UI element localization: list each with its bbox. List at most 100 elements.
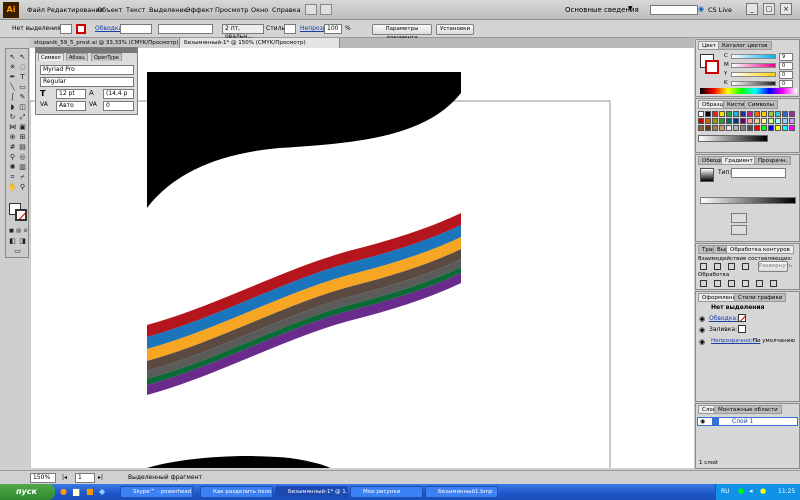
line-tool-icon[interactable]: ╲ (8, 83, 17, 92)
menu-text[interactable]: Текст (126, 6, 145, 14)
minimize-button[interactable]: _ (746, 3, 758, 15)
shape-builder-tool-icon[interactable]: ⊕ (8, 133, 17, 142)
color-swatch[interactable] (733, 111, 739, 117)
artboard-number-input[interactable]: 1 (75, 473, 95, 483)
channel-value-input[interactable]: 0 (779, 80, 793, 88)
tab-transparency[interactable]: Прозрачн. (754, 156, 792, 165)
column-graph-tool-icon[interactable]: ▥ (18, 163, 27, 172)
quick-launch-icon[interactable]: ◆ (99, 487, 105, 496)
channel-value-input[interactable]: 0 (779, 71, 793, 79)
stroke-swatch-icon[interactable] (15, 209, 27, 221)
scale-tool-icon[interactable]: ⤢ (18, 113, 27, 122)
swatch-grid[interactable] (698, 111, 798, 151)
fill-swatch-icon[interactable] (738, 325, 746, 333)
channel-slider[interactable] (731, 72, 776, 77)
color-swatch[interactable] (719, 118, 725, 124)
arrange-documents-button[interactable] (320, 4, 332, 15)
appearance-stroke[interactable]: Обводка: (709, 315, 738, 322)
eraser-tool-icon[interactable]: ◫ (18, 103, 27, 112)
color-swatch[interactable] (789, 125, 795, 131)
color-swatch[interactable] (768, 118, 774, 124)
color-swatch[interactable] (740, 125, 746, 131)
color-swatch[interactable] (761, 125, 767, 131)
menu-view[interactable]: Просмотр (215, 6, 248, 14)
zoom-select[interactable]: 150% (30, 473, 56, 483)
color-swatch[interactable] (747, 118, 753, 124)
menu-help[interactable]: Справка (272, 6, 301, 14)
tab-character[interactable]: Символ (38, 53, 64, 61)
color-swatch[interactable] (747, 125, 753, 131)
tab-artboards[interactable]: Монтажные области (714, 405, 782, 414)
outline-icon[interactable] (756, 280, 763, 287)
magic-wand-tool-icon[interactable]: ✳ (8, 63, 17, 72)
menu-effect[interactable]: Эффект (186, 6, 213, 14)
color-swatch[interactable] (747, 111, 753, 117)
screen-mode-icon[interactable]: ▭ (13, 247, 22, 256)
maximize-button[interactable]: □ (763, 3, 775, 15)
direct-selection-tool-icon[interactable]: ↖ (18, 53, 27, 62)
kerning-input[interactable]: Авто (56, 101, 86, 111)
lasso-tool-icon[interactable]: ◌ (18, 63, 27, 72)
gradient-thumbnail[interactable] (700, 168, 714, 182)
color-swatch[interactable] (761, 118, 767, 124)
folder-icon[interactable]: ▆ (73, 487, 79, 496)
taskbar-button[interactable]: Безымянный-1* @ 1... (275, 486, 348, 498)
channel-value-input[interactable]: 9 (779, 53, 793, 61)
intersect-icon[interactable] (728, 263, 735, 270)
color-swatch[interactable] (761, 111, 767, 117)
stroke-none-icon[interactable] (738, 314, 746, 322)
color-swatch[interactable] (719, 125, 725, 131)
menu-object[interactable]: Объект (97, 6, 122, 14)
font-size-input[interactable]: 12 pt (56, 89, 86, 99)
color-swatch[interactable] (705, 125, 711, 131)
color-swatch[interactable] (698, 111, 704, 117)
tab-color-guide[interactable]: Каталог цветов (718, 41, 772, 50)
chevron-down-icon[interactable]: ▼ (628, 5, 633, 12)
menu-edit[interactable]: Редактирование (47, 6, 104, 14)
illustrator-icon[interactable]: ■ (86, 487, 94, 496)
tab-graphic-styles[interactable]: Стили графики (734, 293, 787, 302)
crop-icon[interactable] (742, 280, 749, 287)
trim-icon[interactable] (714, 280, 721, 287)
divide-icon[interactable] (700, 280, 707, 287)
close-button[interactable]: × (780, 3, 792, 15)
color-swatch[interactable] (789, 118, 795, 124)
color-swatch[interactable] (733, 118, 739, 124)
channel-value-input[interactable]: 0 (779, 62, 793, 70)
color-swatch[interactable] (782, 125, 788, 131)
perspective-grid-tool-icon[interactable]: ⊞ (18, 133, 27, 142)
color-swatch[interactable] (698, 125, 704, 131)
document-setup-button[interactable]: Параметры документа (372, 24, 432, 41)
gradient-location-input[interactable] (731, 225, 747, 235)
free-transform-tool-icon[interactable]: ▣ (18, 123, 27, 132)
blob-brush-tool-icon[interactable]: ◗ (8, 103, 17, 112)
tab-paragraph[interactable]: Абзац (66, 53, 88, 61)
color-swatch[interactable] (789, 111, 795, 117)
pencil-tool-icon[interactable]: ✎ (18, 93, 27, 102)
menu-window[interactable]: Окно (251, 6, 268, 14)
color-swatch[interactable] (782, 111, 788, 117)
tab-gradient[interactable]: Градиент (721, 156, 757, 165)
color-swatch[interactable] (712, 118, 718, 124)
eye-icon[interactable]: ◉ (699, 326, 705, 334)
gray-swatch-row[interactable] (698, 135, 768, 142)
taskbar-button[interactable]: Безымянный1.bmp ... (425, 486, 498, 498)
color-swatch[interactable] (754, 111, 760, 117)
taskbar-button[interactable]: Мои рисунки (350, 486, 423, 498)
cs-live-button[interactable]: CS Live (708, 6, 732, 14)
color-swatch[interactable] (733, 125, 739, 131)
selection-tool-icon[interactable]: ↖ (8, 53, 17, 62)
color-spectrum[interactable] (700, 88, 797, 94)
type-tool-icon[interactable]: T (18, 73, 27, 82)
color-swatch[interactable] (754, 118, 760, 124)
next-artboard-icon[interactable]: ▸| (98, 474, 103, 481)
color-swatch[interactable] (754, 125, 760, 131)
layer-name[interactable]: Слой 1 (732, 418, 753, 425)
minus-front-icon[interactable] (714, 263, 721, 270)
none-mode-icon[interactable]: ⊘ (21, 227, 30, 236)
gradient-type-select[interactable] (731, 168, 786, 178)
font-family-select[interactable]: Myriad Pro (40, 65, 134, 75)
unite-icon[interactable] (700, 263, 707, 270)
taskbar-button[interactable]: Skype™ - powerhead... (120, 486, 193, 498)
taskbar-button[interactable]: Как разделить поло... (200, 486, 273, 498)
